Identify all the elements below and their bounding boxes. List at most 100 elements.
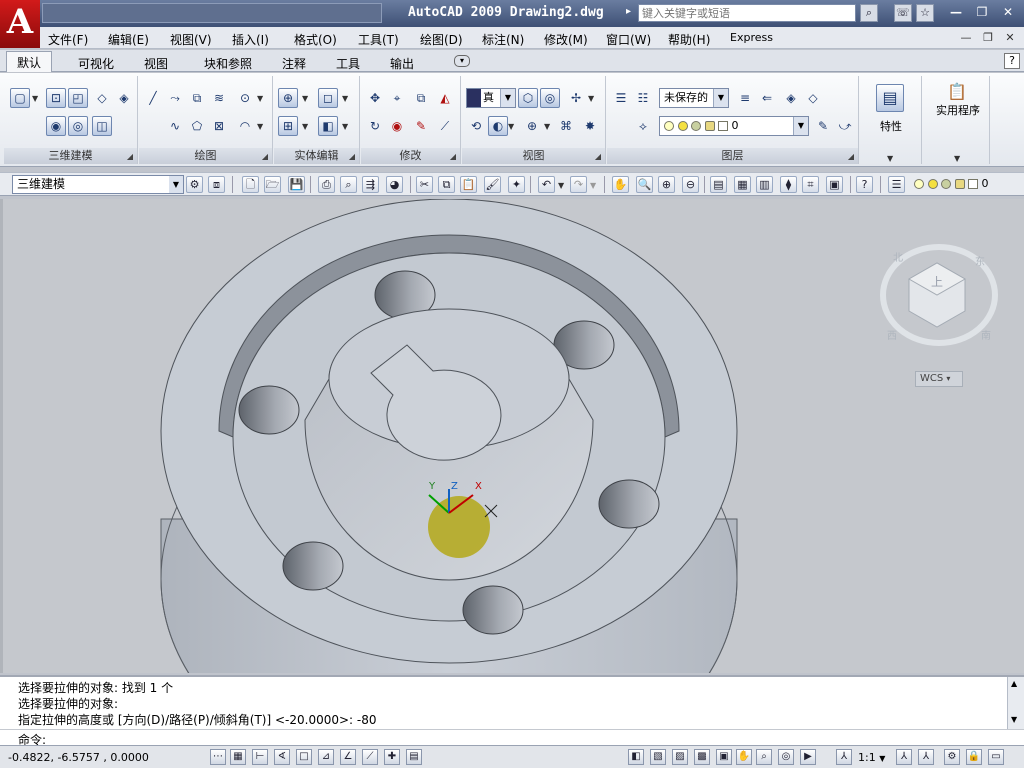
layer-merge-icon[interactable]: ⤻ — [835, 116, 855, 136]
make-current-icon[interactable]: ⟡ — [633, 116, 653, 136]
panel-expand-icon[interactable]: ◢ — [349, 152, 355, 161]
rotate-icon[interactable]: ↻ — [365, 116, 385, 136]
panel-expand-icon[interactable]: ◢ — [848, 152, 854, 161]
polar-tracking-icon[interactable]: ∢ — [274, 749, 290, 765]
sheet-set-icon[interactable]: ⧫ — [780, 176, 797, 193]
copy-icon[interactable]: ⧉ — [411, 88, 431, 108]
save-icon[interactable]: 💾 — [288, 176, 305, 193]
lineweight-icon[interactable]: ▤ — [406, 749, 422, 765]
ortho-mode-icon[interactable]: ⊢ — [252, 749, 268, 765]
open-folder-icon[interactable]: 🗁 — [264, 176, 281, 193]
polygon-icon[interactable]: ⬠ — [187, 116, 207, 136]
show-motion-icon[interactable]: ▶ — [800, 749, 816, 765]
subtract-icon[interactable]: ◎ — [68, 116, 88, 136]
dynamic-input-icon[interactable]: ✚ — [384, 749, 400, 765]
spline-icon[interactable]: ∿ — [165, 116, 185, 136]
snap-mode-icon[interactable]: ⋯ — [210, 749, 226, 765]
pan-icon[interactable]: ⟲ — [466, 116, 486, 136]
annotation-scale-icon[interactable]: ⅄ — [836, 749, 852, 765]
object-snap-tracking-icon[interactable]: ∠ — [340, 749, 356, 765]
menu-draw[interactable]: 绘图(D) — [420, 31, 463, 48]
fillet-icon[interactable]: ⟋ — [435, 116, 455, 136]
chevron-down-icon[interactable]: ▼ — [508, 122, 514, 131]
3d-dwf-icon[interactable]: ◕ — [386, 176, 403, 193]
presspull-icon[interactable]: ◰ — [68, 88, 88, 108]
command-scrollbar[interactable]: ▲ ▼ — [1007, 677, 1024, 729]
clipboard-icon[interactable]: 📋 — [946, 82, 967, 102]
layout1-icon[interactable]: ▧ — [650, 749, 666, 765]
annotation-visibility-icon[interactable]: ⅄ — [896, 749, 912, 765]
pan-status-icon[interactable]: ✋ — [736, 749, 752, 765]
render-icon[interactable]: ◎ — [540, 88, 560, 108]
quick-access-toolbar[interactable] — [42, 3, 382, 23]
cut-icon[interactable]: ✂ — [416, 176, 433, 193]
mirror-icon[interactable]: ◭ — [435, 88, 455, 108]
panel-utilities[interactable]: 📋 实用程序 ▼ — [926, 76, 990, 164]
extrude-faces-icon[interactable]: ◻ — [318, 88, 338, 108]
steering-wheel-icon[interactable]: ◎ — [778, 749, 794, 765]
3d-object-snap-icon[interactable]: ⊿ — [318, 749, 334, 765]
chevron-down-icon[interactable]: ▼ — [302, 94, 308, 103]
block-editor-icon[interactable]: ✦ — [508, 176, 525, 193]
paste-icon[interactable]: 📋 — [460, 176, 477, 193]
menu-modify[interactable]: 修改(M) — [544, 31, 588, 48]
menu-tools[interactable]: 工具(T) — [358, 31, 399, 48]
layer-manager-icon[interactable]: ☰ — [888, 176, 905, 193]
shell-icon[interactable]: ◧ — [318, 116, 338, 136]
help-icon[interactable]: ? — [1004, 53, 1020, 69]
publish-icon[interactable]: ⇶ — [362, 176, 379, 193]
dynamic-ucs-icon[interactable]: ⟋ — [362, 749, 378, 765]
layer-isolate-icon[interactable]: ◈ — [781, 88, 801, 108]
chevron-down-icon[interactable]: ▼ — [257, 122, 263, 131]
minimize-button[interactable]: — — [946, 4, 966, 22]
panel-properties[interactable]: ▤ 特性 ▼ — [860, 76, 922, 164]
layer-select[interactable]: 0 ▼ — [659, 116, 809, 136]
application-menu-button[interactable]: A — [0, 0, 40, 48]
toolbar-layer-indicators[interactable]: 0 — [914, 177, 989, 190]
drawing-restore-button[interactable]: ❐ — [980, 30, 996, 46]
scroll-down-icon[interactable]: ▼ — [1011, 715, 1017, 724]
toolbar-lock-icon[interactable]: 🔒 — [966, 749, 982, 765]
named-views-icon[interactable]: ◐ — [488, 116, 508, 136]
workspace-switch-icon[interactable]: ⚙ — [944, 749, 960, 765]
orbit-icon[interactable]: ✢ — [566, 88, 586, 108]
drawing-close-button[interactable]: ✕ — [1002, 30, 1018, 46]
3d-rotate-icon[interactable]: ◉ — [387, 116, 407, 136]
erase-icon[interactable]: ✎ — [411, 116, 431, 136]
move-icon[interactable]: ✥ — [365, 88, 385, 108]
coordinate-readout[interactable]: -0.4822, -6.5757 , 0.0000 — [8, 751, 149, 764]
model-space-icon[interactable]: ◧ — [628, 749, 644, 765]
undo-icon[interactable]: ↶ — [538, 176, 555, 193]
restore-button[interactable]: ❐ — [972, 4, 992, 22]
quick-view-drawings-icon[interactable]: ▣ — [716, 749, 732, 765]
workspace-save-icon[interactable]: ⧈ — [208, 176, 225, 193]
chevron-down-icon[interactable]: ▼ — [588, 94, 594, 103]
visual-style-select[interactable]: 真 ▼ — [466, 88, 516, 108]
menu-help[interactable]: 帮助(H) — [668, 31, 710, 48]
tab-visualize[interactable]: 可视化 — [68, 53, 124, 72]
drawing-viewport[interactable]: Y Z X 上 西 南 北 东 WCS ▾ — [0, 199, 1024, 673]
menu-edit[interactable]: 编辑(E) — [108, 31, 149, 48]
tab-output[interactable]: 输出 — [380, 53, 424, 72]
chevron-down-icon[interactable]: ▼ — [544, 122, 550, 131]
tab-home[interactable]: 默认 — [6, 51, 53, 72]
chevron-down-icon[interactable]: ▼ — [302, 122, 308, 131]
menu-format[interactable]: 格式(O) — [294, 31, 337, 48]
menu-insert[interactable]: 插入(I) — [232, 31, 269, 48]
layer-properties-icon[interactable]: ☰ — [611, 88, 631, 108]
panel-expand-icon[interactable]: ◢ — [595, 152, 601, 161]
chevron-down-icon[interactable]: ▼ — [342, 122, 348, 131]
communication-center-icon[interactable]: ☏ — [894, 4, 912, 22]
tab-tools[interactable]: 工具 — [326, 53, 370, 72]
layer-previous-icon[interactable]: ⇐ — [757, 88, 777, 108]
menu-express[interactable]: Express — [730, 31, 773, 44]
layer-walk-icon[interactable]: ✎ — [813, 116, 833, 136]
arc-icon[interactable]: ◠ — [235, 116, 255, 136]
design-center-icon[interactable]: ▦ — [734, 176, 751, 193]
properties-icon[interactable]: ▤ — [876, 84, 904, 112]
layer-state-select[interactable]: 未保存的 ▼ — [659, 88, 729, 108]
chevron-down-icon[interactable]: ▼ — [257, 94, 263, 103]
print-preview-icon[interactable]: ⌕ — [340, 176, 357, 193]
markup-icon[interactable]: ⌗ — [802, 176, 819, 193]
3d-polyline-icon[interactable]: ⧉ — [187, 88, 207, 108]
